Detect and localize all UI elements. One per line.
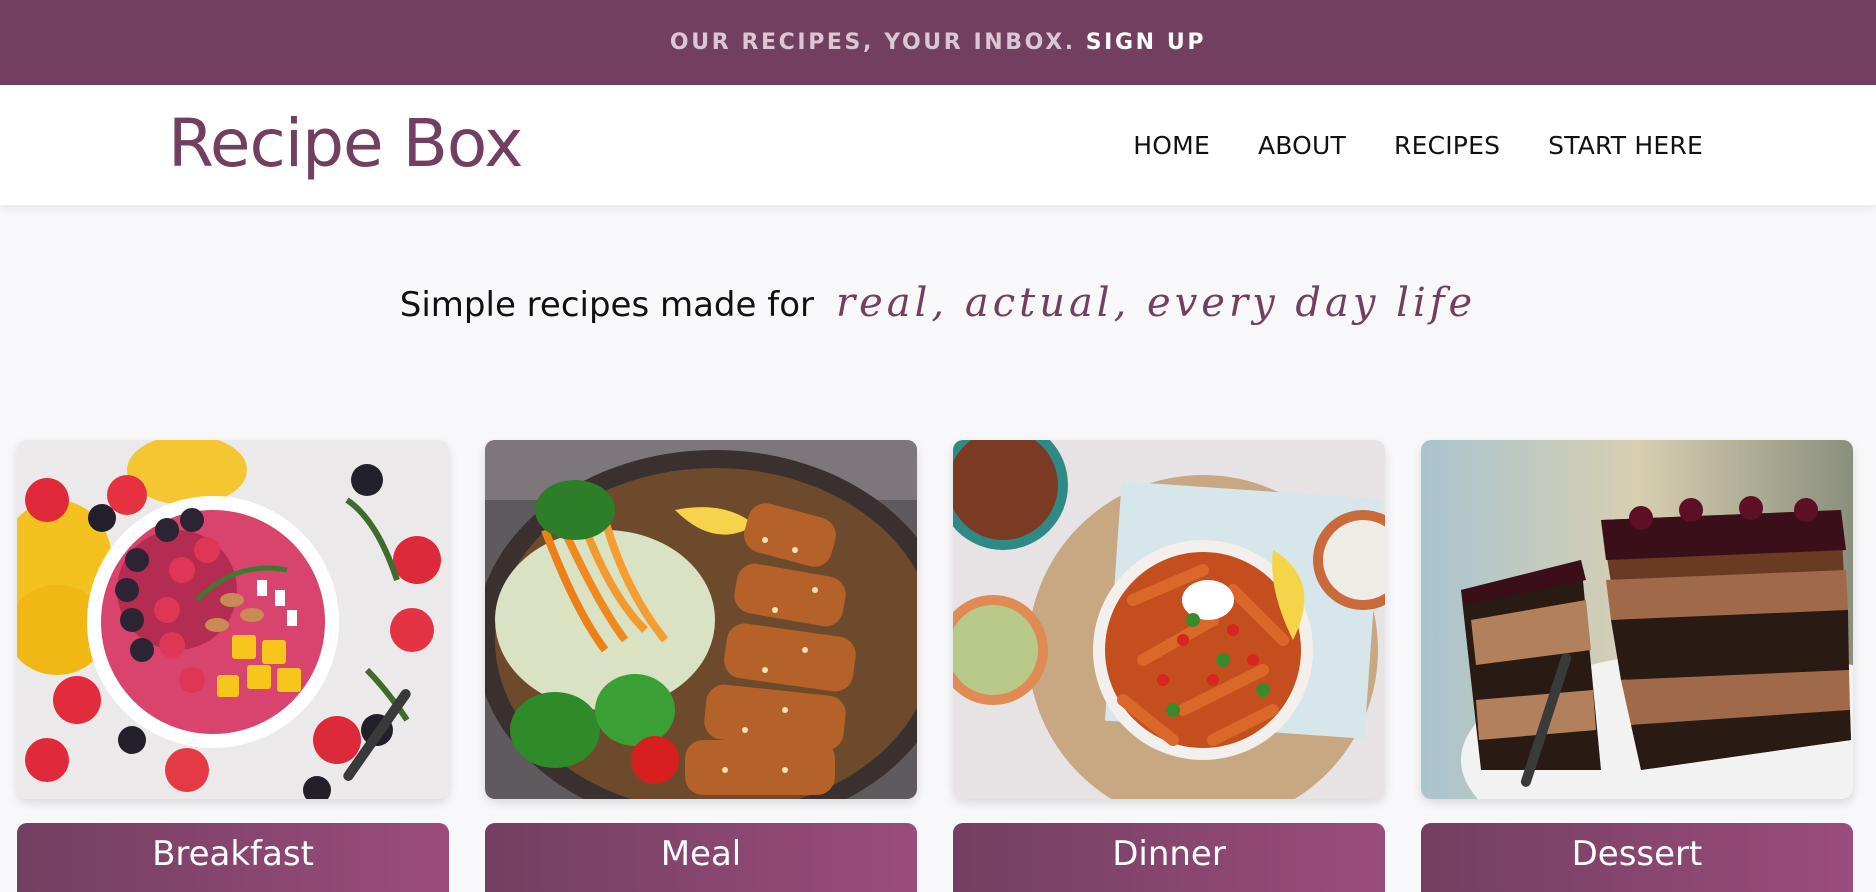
category-card-dinner[interactable]: Dinner xyxy=(953,440,1385,892)
nav-start-here[interactable]: START HERE xyxy=(1548,131,1703,160)
chicken-salad-image[interactable] xyxy=(485,440,917,799)
promo-banner: OUR RECIPES, YOUR INBOX. SIGN UP xyxy=(0,0,1876,85)
site-header: Recipe Box HOME ABOUT RECIPES START HERE xyxy=(0,85,1876,205)
nav-about[interactable]: ABOUT xyxy=(1258,131,1346,160)
category-label-meal[interactable]: Meal xyxy=(485,823,917,892)
nav-home[interactable]: HOME xyxy=(1133,131,1210,160)
site-logo[interactable]: Recipe Box xyxy=(168,111,523,177)
category-label-dessert[interactable]: Dessert xyxy=(1421,823,1853,892)
signup-link[interactable]: SIGN UP xyxy=(1086,30,1206,55)
category-grid: Breakfast Meal Dinner Dessert xyxy=(17,440,1853,892)
chocolate-cake-image[interactable] xyxy=(1421,440,1853,799)
category-label-dinner[interactable]: Dinner xyxy=(953,823,1385,892)
promo-text: OUR RECIPES, YOUR INBOX. xyxy=(669,30,1076,55)
tagline-plain: Simple recipes made for xyxy=(399,285,814,325)
smoothie-bowl-image[interactable] xyxy=(17,440,449,799)
sweet-potato-fries-image[interactable] xyxy=(953,440,1385,799)
tagline-script: real, actual, every day life xyxy=(836,280,1477,326)
main-nav: HOME ABOUT RECIPES START HERE xyxy=(1133,131,1703,160)
category-card-meal[interactable]: Meal xyxy=(485,440,917,892)
category-card-dessert[interactable]: Dessert xyxy=(1421,440,1853,892)
category-label-breakfast[interactable]: Breakfast xyxy=(17,823,449,892)
category-card-breakfast[interactable]: Breakfast xyxy=(17,440,449,892)
tagline: Simple recipes made for real, actual, ev… xyxy=(0,280,1876,326)
nav-recipes[interactable]: RECIPES xyxy=(1394,131,1500,160)
